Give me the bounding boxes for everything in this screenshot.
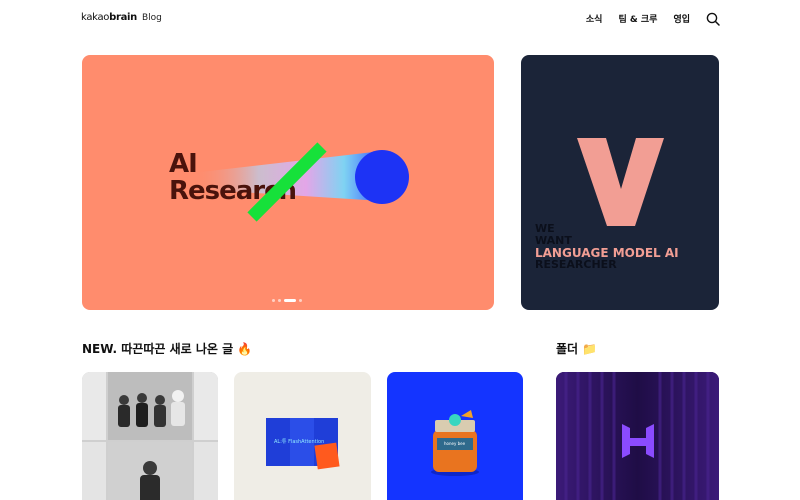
carousel-dot[interactable]	[272, 299, 275, 302]
hero-side-banner-recruit[interactable]: WE WANT LANGUAGE MODEL AI RESEARCHER	[521, 55, 719, 310]
post-card-honey-jar[interactable]: honey bee	[387, 372, 523, 500]
folder-card-graphic	[556, 372, 719, 500]
search-icon[interactable]	[706, 12, 720, 26]
nav-item-news[interactable]: 소식	[586, 12, 603, 25]
new-posts-title: NEW. 따끈따끈 새로 나온 글 🔥	[82, 342, 253, 356]
nav-item-recruit[interactable]: 영입	[673, 12, 690, 25]
card3-label: honey bee	[444, 441, 466, 446]
card2-label: AL:튜 FlashAttention	[274, 439, 325, 445]
carousel-dot[interactable]	[299, 299, 302, 302]
honey-jar-graphic	[431, 410, 479, 476]
side-banner-text: WE WANT LANGUAGE MODEL AI RESEARCHER	[535, 223, 715, 271]
top-header: kakaobrain Blog 소식 팀 & 크루 영입	[0, 0, 800, 40]
photo-collage	[82, 372, 218, 500]
nav-item-team-crew[interactable]: 팀 & 크루	[618, 12, 657, 25]
carousel-indicator	[272, 299, 302, 302]
side-line-4: RESEARCHER	[535, 258, 617, 271]
post-card-flashattention[interactable]: AL:튜 FlashAttention	[234, 372, 371, 500]
flashattention-graphic	[266, 418, 340, 470]
v-letter-graphic	[577, 138, 664, 226]
main-nav: 소식 팀 & 크루 영입	[586, 12, 690, 25]
site-logo[interactable]: kakaobrain Blog	[81, 12, 162, 23]
folder-section-title: 폴더 📁	[556, 342, 598, 356]
post-card-photos[interactable]	[82, 372, 218, 500]
logo-blog-label: Blog	[142, 13, 162, 23]
logo-brand: kakaobrain	[81, 12, 137, 23]
green-bar-shape	[247, 142, 327, 222]
carousel-dot-active[interactable]	[284, 299, 296, 302]
carousel-dot[interactable]	[278, 299, 281, 302]
hero-banner-ai-research[interactable]: AI Research	[82, 55, 494, 310]
folder-card[interactable]	[556, 372, 719, 500]
